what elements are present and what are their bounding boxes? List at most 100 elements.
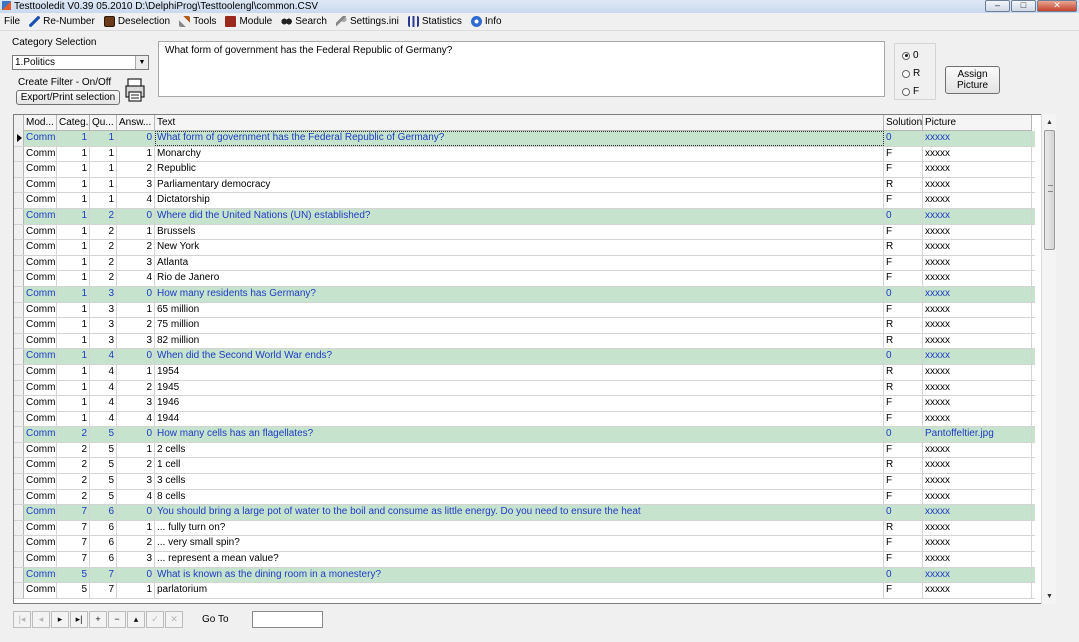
cell-solution[interactable]: F xyxy=(884,552,923,567)
answer-row[interactable]: Comm 1 1 1 Monarchy Fxxxxx xyxy=(14,146,1035,163)
cell-category[interactable]: 1 xyxy=(57,208,90,224)
minimize-button[interactable]: – xyxy=(985,0,1010,12)
row-indicator[interactable] xyxy=(14,474,24,489)
answer-row[interactable]: Comm 1 3 2 75 million Rxxxxx xyxy=(14,318,1035,334)
row-indicator[interactable] xyxy=(14,146,24,162)
cell-answer[interactable]: 1 xyxy=(117,520,155,536)
cell-module[interactable]: Comm xyxy=(24,349,57,364)
edit-record-button[interactable]: ▴ xyxy=(127,611,145,628)
column-header-question[interactable]: Qu... xyxy=(90,115,117,131)
cell-module[interactable]: Comm xyxy=(24,177,57,193)
cell-solution[interactable]: 0 xyxy=(884,208,923,224)
cell-category[interactable]: 1 xyxy=(57,131,90,146)
cell-question[interactable]: 2 xyxy=(90,271,117,286)
cell-solution[interactable]: R xyxy=(884,333,923,349)
cell-picture[interactable]: xxxxx xyxy=(923,552,1032,567)
cell-solution[interactable]: F xyxy=(884,583,923,598)
cell-module[interactable]: Comm xyxy=(24,318,57,333)
answer-row[interactable]: Comm 5 7 1 parlatorium Fxxxxx xyxy=(14,583,1035,599)
printer-icon[interactable] xyxy=(125,78,145,103)
row-indicator[interactable] xyxy=(14,240,24,255)
cell-picture[interactable]: xxxxx xyxy=(923,286,1032,302)
row-indicator[interactable] xyxy=(14,193,24,208)
row-indicator[interactable] xyxy=(14,271,24,286)
row-indicator[interactable] xyxy=(14,224,24,240)
cell-solution[interactable]: R xyxy=(884,177,923,193)
answer-row[interactable]: Comm 1 4 4 1944 Fxxxxx xyxy=(14,411,1035,428)
cell-question[interactable]: 2 xyxy=(90,240,117,255)
cell-question[interactable]: 1 xyxy=(90,131,117,146)
cell-category[interactable]: 7 xyxy=(57,552,90,567)
cell-solution[interactable]: R xyxy=(884,364,923,380)
close-button[interactable]: ✕ xyxy=(1037,0,1077,12)
cell-text[interactable]: 1944 xyxy=(155,411,884,427)
row-indicator[interactable] xyxy=(14,349,24,364)
cell-category[interactable]: 1 xyxy=(57,193,90,208)
cell-question[interactable]: 7 xyxy=(90,583,117,598)
cell-picture[interactable]: xxxxx xyxy=(923,224,1032,240)
cell-answer[interactable]: 1 xyxy=(117,364,155,380)
row-indicator[interactable] xyxy=(14,396,24,411)
menu-tools[interactable]: Tools xyxy=(175,13,221,31)
goto-input[interactable] xyxy=(252,611,323,628)
scroll-down-icon[interactable]: ▼ xyxy=(1042,590,1057,604)
menu-module[interactable]: Module xyxy=(221,13,277,31)
cell-picture[interactable]: xxxxx xyxy=(923,333,1032,349)
cell-module[interactable]: Comm xyxy=(24,442,57,458)
cell-question[interactable]: 3 xyxy=(90,318,117,333)
cell-picture[interactable]: xxxxx xyxy=(923,567,1032,583)
row-indicator[interactable] xyxy=(14,458,24,474)
menu-statistics[interactable]: Statistics xyxy=(404,13,467,31)
cell-category[interactable]: 1 xyxy=(57,162,90,177)
answer-row[interactable]: Comm 2 5 3 3 cells Fxxxxx xyxy=(14,474,1035,490)
cell-module[interactable]: Comm xyxy=(24,505,57,520)
cell-answer[interactable]: 4 xyxy=(117,193,155,208)
question-row[interactable]: Comm 2 5 0 How many cells has an flagellates… xyxy=(14,427,1035,443)
questions-grid[interactable]: Mod... Categ. Qu... Answ... Text Solutio… xyxy=(13,114,1056,604)
scroll-up-icon[interactable]: ▲ xyxy=(1042,116,1057,130)
post-record-button[interactable]: ✓ xyxy=(146,611,164,628)
cell-text[interactable]: ... very small spin? xyxy=(155,536,884,552)
cell-question[interactable]: 5 xyxy=(90,427,117,442)
cell-solution[interactable]: F xyxy=(884,474,923,489)
cell-answer[interactable]: 4 xyxy=(117,411,155,427)
cell-solution[interactable]: F xyxy=(884,411,923,427)
cell-text[interactable]: When did the Second World War ends? xyxy=(155,349,884,364)
question-text-box[interactable]: What form of government has the Federal … xyxy=(158,41,885,97)
cell-picture[interactable]: xxxxx xyxy=(923,193,1032,208)
cell-module[interactable]: Comm xyxy=(24,131,57,146)
cell-category[interactable]: 1 xyxy=(57,286,90,302)
answer-row[interactable]: Comm 1 4 3 1946 Fxxxxx xyxy=(14,396,1035,412)
menu-renumber[interactable]: Re-Number xyxy=(25,13,100,31)
menu-settings[interactable]: Settings.ini xyxy=(332,13,404,31)
cell-module[interactable]: Comm xyxy=(24,364,57,380)
cell-solution[interactable]: R xyxy=(884,520,923,536)
column-header-module[interactable]: Mod... xyxy=(24,115,57,131)
cell-solution[interactable]: F xyxy=(884,162,923,177)
cell-answer[interactable]: 2 xyxy=(117,318,155,333)
delete-record-button[interactable]: − xyxy=(108,611,126,628)
question-row[interactable]: Comm 1 3 0 How many residents has Germany? 0 x… xyxy=(14,286,1035,303)
cell-text[interactable]: How many residents has Germany? xyxy=(155,286,884,302)
cell-category[interactable]: 1 xyxy=(57,240,90,255)
cell-answer[interactable]: 0 xyxy=(117,131,155,146)
menu-search[interactable]: Search xyxy=(277,13,332,31)
cell-picture[interactable]: xxxxx xyxy=(923,364,1032,380)
row-indicator[interactable] xyxy=(14,520,24,536)
insert-record-button[interactable]: + xyxy=(89,611,107,628)
cell-answer[interactable]: 3 xyxy=(117,333,155,349)
cell-question[interactable]: 2 xyxy=(90,255,117,271)
cell-module[interactable]: Comm xyxy=(24,286,57,302)
answer-row[interactable]: Comm 1 2 3 Atlanta Fxxxxx xyxy=(14,255,1035,272)
row-indicator[interactable] xyxy=(14,177,24,193)
cell-text[interactable]: ... fully turn on? xyxy=(155,520,884,536)
row-indicator[interactable] xyxy=(14,552,24,567)
cell-text[interactable]: 8 cells xyxy=(155,489,884,505)
cell-answer[interactable]: 4 xyxy=(117,271,155,286)
cell-picture[interactable]: xxxxx xyxy=(923,583,1032,598)
row-indicator[interactable] xyxy=(14,567,24,583)
cell-category[interactable]: 1 xyxy=(57,302,90,318)
cell-solution[interactable]: F xyxy=(884,146,923,162)
answer-row[interactable]: Comm 7 6 2... very small spin? Fxxxxx xyxy=(14,536,1035,553)
cell-question[interactable]: 1 xyxy=(90,162,117,177)
